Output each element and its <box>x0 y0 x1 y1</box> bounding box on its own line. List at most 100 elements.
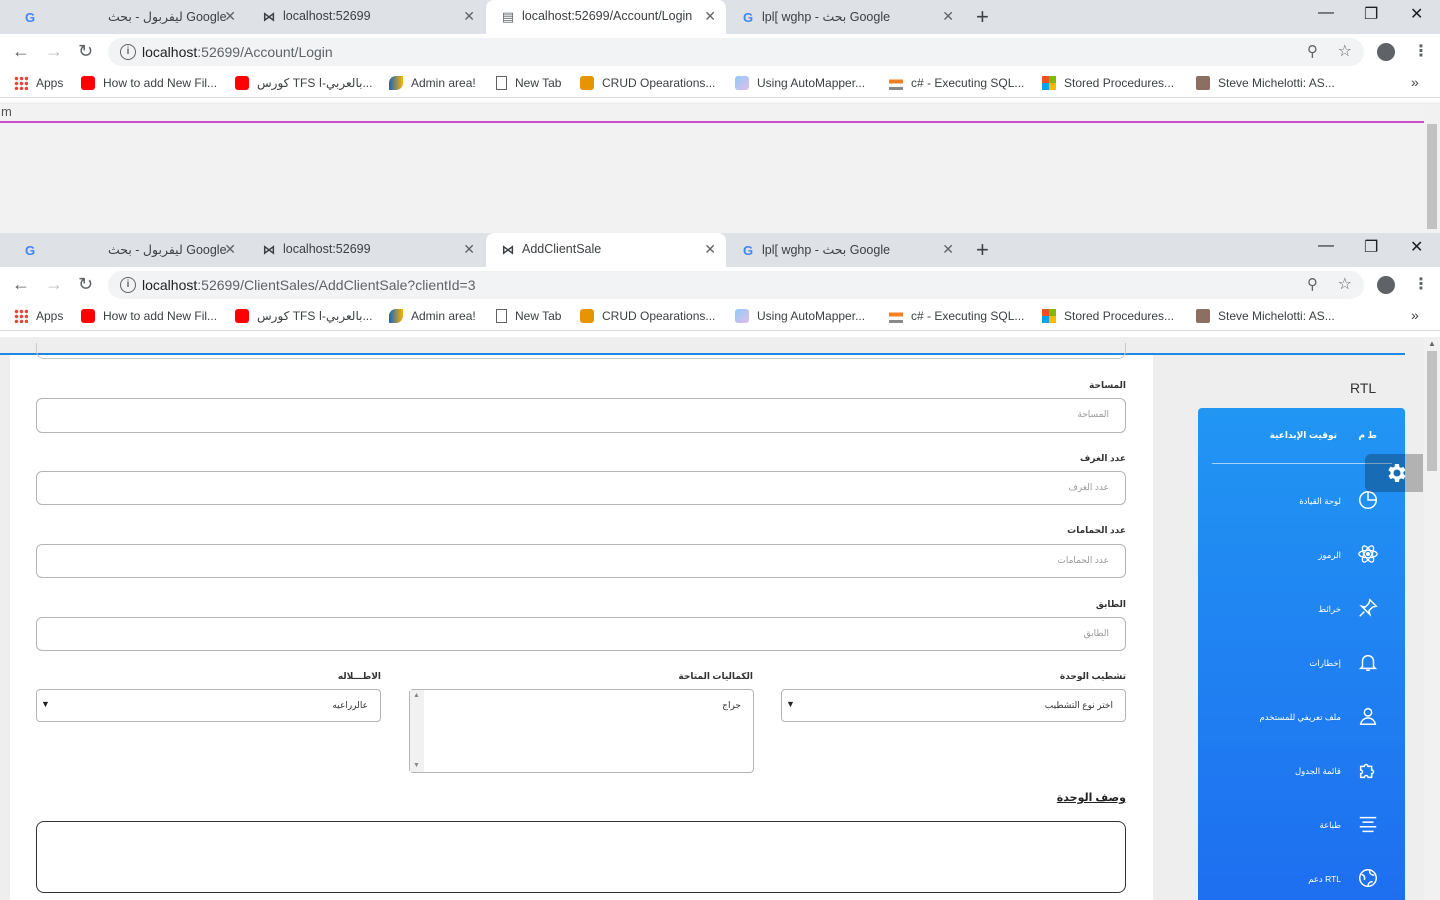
back-arrow-icon[interactable]: ← <box>12 274 30 295</box>
close-icon[interactable]: ✕ <box>704 8 716 25</box>
floor-input[interactable]: الطابق <box>36 617 1126 651</box>
restore-icon[interactable]: ❐ <box>1364 4 1378 24</box>
bookmark-item[interactable]: Using AutoMapper... <box>735 76 865 90</box>
reload-icon[interactable]: ↻ <box>78 274 93 295</box>
scrollbar-thumb[interactable] <box>1427 351 1437 471</box>
extras-option[interactable]: جراج <box>722 700 741 711</box>
sidebar-item-rtl-support[interactable]: دعم RTL <box>1198 862 1405 900</box>
zoom-icon[interactable]: ⚲ <box>1307 275 1318 293</box>
bathrooms-input[interactable]: عدد الحمامات <box>36 544 1126 578</box>
star-icon[interactable]: ☆ <box>1338 274 1352 294</box>
sidebar-item-user-profile[interactable]: ملف تعريفي للمستخدم <box>1198 700 1405 740</box>
divider <box>0 121 1424 123</box>
area-label: المساحة <box>1089 380 1126 390</box>
forward-arrow-icon[interactable]: → <box>45 274 63 295</box>
more-bookmarks-icon[interactable]: » <box>1411 307 1419 323</box>
url-text[interactable]: localhost:52699/ClientSales/AddClientSal… <box>142 277 476 293</box>
brand-name[interactable]: توقيت الإبداعية <box>1270 430 1337 441</box>
bookmark-item[interactable]: كورس TFS بالعربي-ا... <box>235 309 372 323</box>
view-select[interactable]: عالرراعيه ▼ <box>36 689 381 722</box>
tab-add-client-sale[interactable]: ⋈ AddClientSale ✕ <box>486 233 726 267</box>
tab-lpl-search[interactable]: G lpl[ wghp - بحث Google ✕ <box>726 0 964 34</box>
sidebar-item-notifications[interactable]: إخطارات <box>1198 646 1405 686</box>
bookmark-item[interactable]: Steve Michelotti: AS... <box>1196 76 1335 90</box>
bookmark-item[interactable]: New Tab <box>496 309 561 323</box>
scroll-up-icon[interactable]: ▲ <box>413 692 420 699</box>
bookmark-item[interactable]: How to add New Fil... <box>81 76 217 90</box>
sidebar-item-table-list[interactable]: قائمة الجدول <box>1198 754 1405 794</box>
bookmark-item[interactable]: Admin area! <box>389 76 476 90</box>
extras-multiselect[interactable]: ▲ ▼ جراج <box>409 689 754 773</box>
zoom-icon[interactable]: ⚲ <box>1307 42 1318 60</box>
tab-localhost[interactable]: ⋈ localhost:52699 ✕ <box>247 0 485 34</box>
bookmark-item[interactable]: How to add New Fil... <box>81 309 217 323</box>
scrollbar[interactable] <box>1424 102 1440 233</box>
reload-icon[interactable]: ↻ <box>78 41 93 62</box>
close-icon[interactable]: ✕ <box>224 241 236 258</box>
new-tab-plus-icon[interactable]: + <box>976 237 989 263</box>
bookmark-item[interactable]: New Tab <box>496 76 561 90</box>
microsoft-icon <box>1042 76 1056 90</box>
info-icon[interactable]: i <box>120 44 136 60</box>
close-icon[interactable]: ✕ <box>942 241 954 258</box>
sidebar-item-typography[interactable]: طباعة <box>1198 808 1405 848</box>
minimize-icon[interactable]: — <box>1318 4 1334 22</box>
bookmark-item[interactable]: كورس TFS بالعربي-ا... <box>235 76 372 90</box>
area-placeholder: المساحة <box>1077 409 1109 419</box>
area-input[interactable]: المساحة <box>36 398 1126 433</box>
bookmark-item[interactable]: Steve Michelotti: AS... <box>1196 309 1335 323</box>
browser-toolbar: ← → ↻ i localhost:52699/ClientSales/AddC… <box>0 267 1440 303</box>
previous-input-field[interactable] <box>36 343 1126 359</box>
close-icon[interactable]: ✕ <box>224 8 236 25</box>
scroll-up-icon[interactable]: ▲ <box>1428 339 1436 348</box>
bookmark-item[interactable]: CRUD Opearations... <box>580 76 715 90</box>
more-bookmarks-icon[interactable]: » <box>1411 74 1419 90</box>
minimize-icon[interactable]: — <box>1318 237 1334 255</box>
bookmark-item[interactable]: Admin area! <box>389 309 476 323</box>
bell-icon <box>1358 654 1378 671</box>
scrollbar[interactable]: ▲ <box>1424 337 1440 900</box>
info-icon[interactable]: i <box>120 277 136 293</box>
scrollbar-thumb[interactable] <box>1427 124 1437 229</box>
scroll-down-icon[interactable]: ▼ <box>413 762 420 769</box>
description-textarea[interactable] <box>36 821 1126 893</box>
close-icon[interactable]: ✕ <box>942 8 954 25</box>
sidebar-item-maps[interactable]: خرائط <box>1198 592 1405 632</box>
new-tab-plus-icon[interactable]: + <box>976 4 989 30</box>
bookmark-item[interactable]: CRUD Opearations... <box>580 309 715 323</box>
address-bar[interactable]: i localhost:52699/ClientSales/AddClientS… <box>108 271 1364 299</box>
brand-logo[interactable]: ط م <box>1359 430 1377 441</box>
settings-toggle[interactable] <box>1365 454 1423 492</box>
forward-arrow-icon[interactable]: → <box>45 41 63 62</box>
scrollbar[interactable]: ▲ ▼ <box>410 690 424 772</box>
profile-avatar-icon[interactable] <box>1377 276 1395 294</box>
tab-localhost[interactable]: ⋈ localhost:52699 ✕ <box>247 233 485 267</box>
close-window-icon[interactable]: ✕ <box>1410 4 1423 24</box>
kebab-menu-icon[interactable]: ⋮ <box>1413 274 1429 294</box>
bookmark-item[interactable]: Stored Procedures... <box>1042 309 1174 323</box>
tab-account-login[interactable]: ▤ localhost:52699/Account/Login ✕ <box>486 0 726 34</box>
restore-icon[interactable]: ❐ <box>1364 237 1378 257</box>
bookmark-item[interactable]: c# - Executing SQL... <box>889 76 1024 90</box>
url-text[interactable]: localhost:52699/Account/Login <box>142 44 333 60</box>
close-window-icon[interactable]: ✕ <box>1410 237 1423 257</box>
kebab-menu-icon[interactable]: ⋮ <box>1413 41 1429 61</box>
tab-lpl-search[interactable]: G lpl[ wghp - بحث Google ✕ <box>726 233 964 267</box>
finishing-select[interactable]: اختر نوع التشطيب ▼ <box>781 689 1126 722</box>
back-arrow-icon[interactable]: ← <box>12 41 30 62</box>
address-bar[interactable]: i localhost:52699/Account/Login ⚲ ☆ <box>108 38 1364 66</box>
rooms-input[interactable]: عدد الغرف <box>36 471 1126 505</box>
close-icon[interactable]: ✕ <box>463 241 475 258</box>
bookmark-apps[interactable]: Apps <box>14 309 63 323</box>
bookmark-item[interactable]: Stored Procedures... <box>1042 76 1174 90</box>
tab-liverpool-search[interactable]: G ليفربول - بحث Google ✕ <box>8 233 246 267</box>
bookmark-item[interactable]: Using AutoMapper... <box>735 309 865 323</box>
profile-avatar-icon[interactable] <box>1377 43 1395 61</box>
close-icon[interactable]: ✕ <box>463 8 475 25</box>
bookmark-item[interactable]: c# - Executing SQL... <box>889 309 1024 323</box>
sidebar-item-icons[interactable]: الرموز <box>1198 538 1405 578</box>
tab-liverpool-search[interactable]: G ليفربول - بحث Google ✕ <box>8 0 246 34</box>
close-icon[interactable]: ✕ <box>704 241 716 258</box>
star-icon[interactable]: ☆ <box>1338 41 1352 61</box>
bookmark-apps[interactable]: Apps <box>14 76 63 90</box>
